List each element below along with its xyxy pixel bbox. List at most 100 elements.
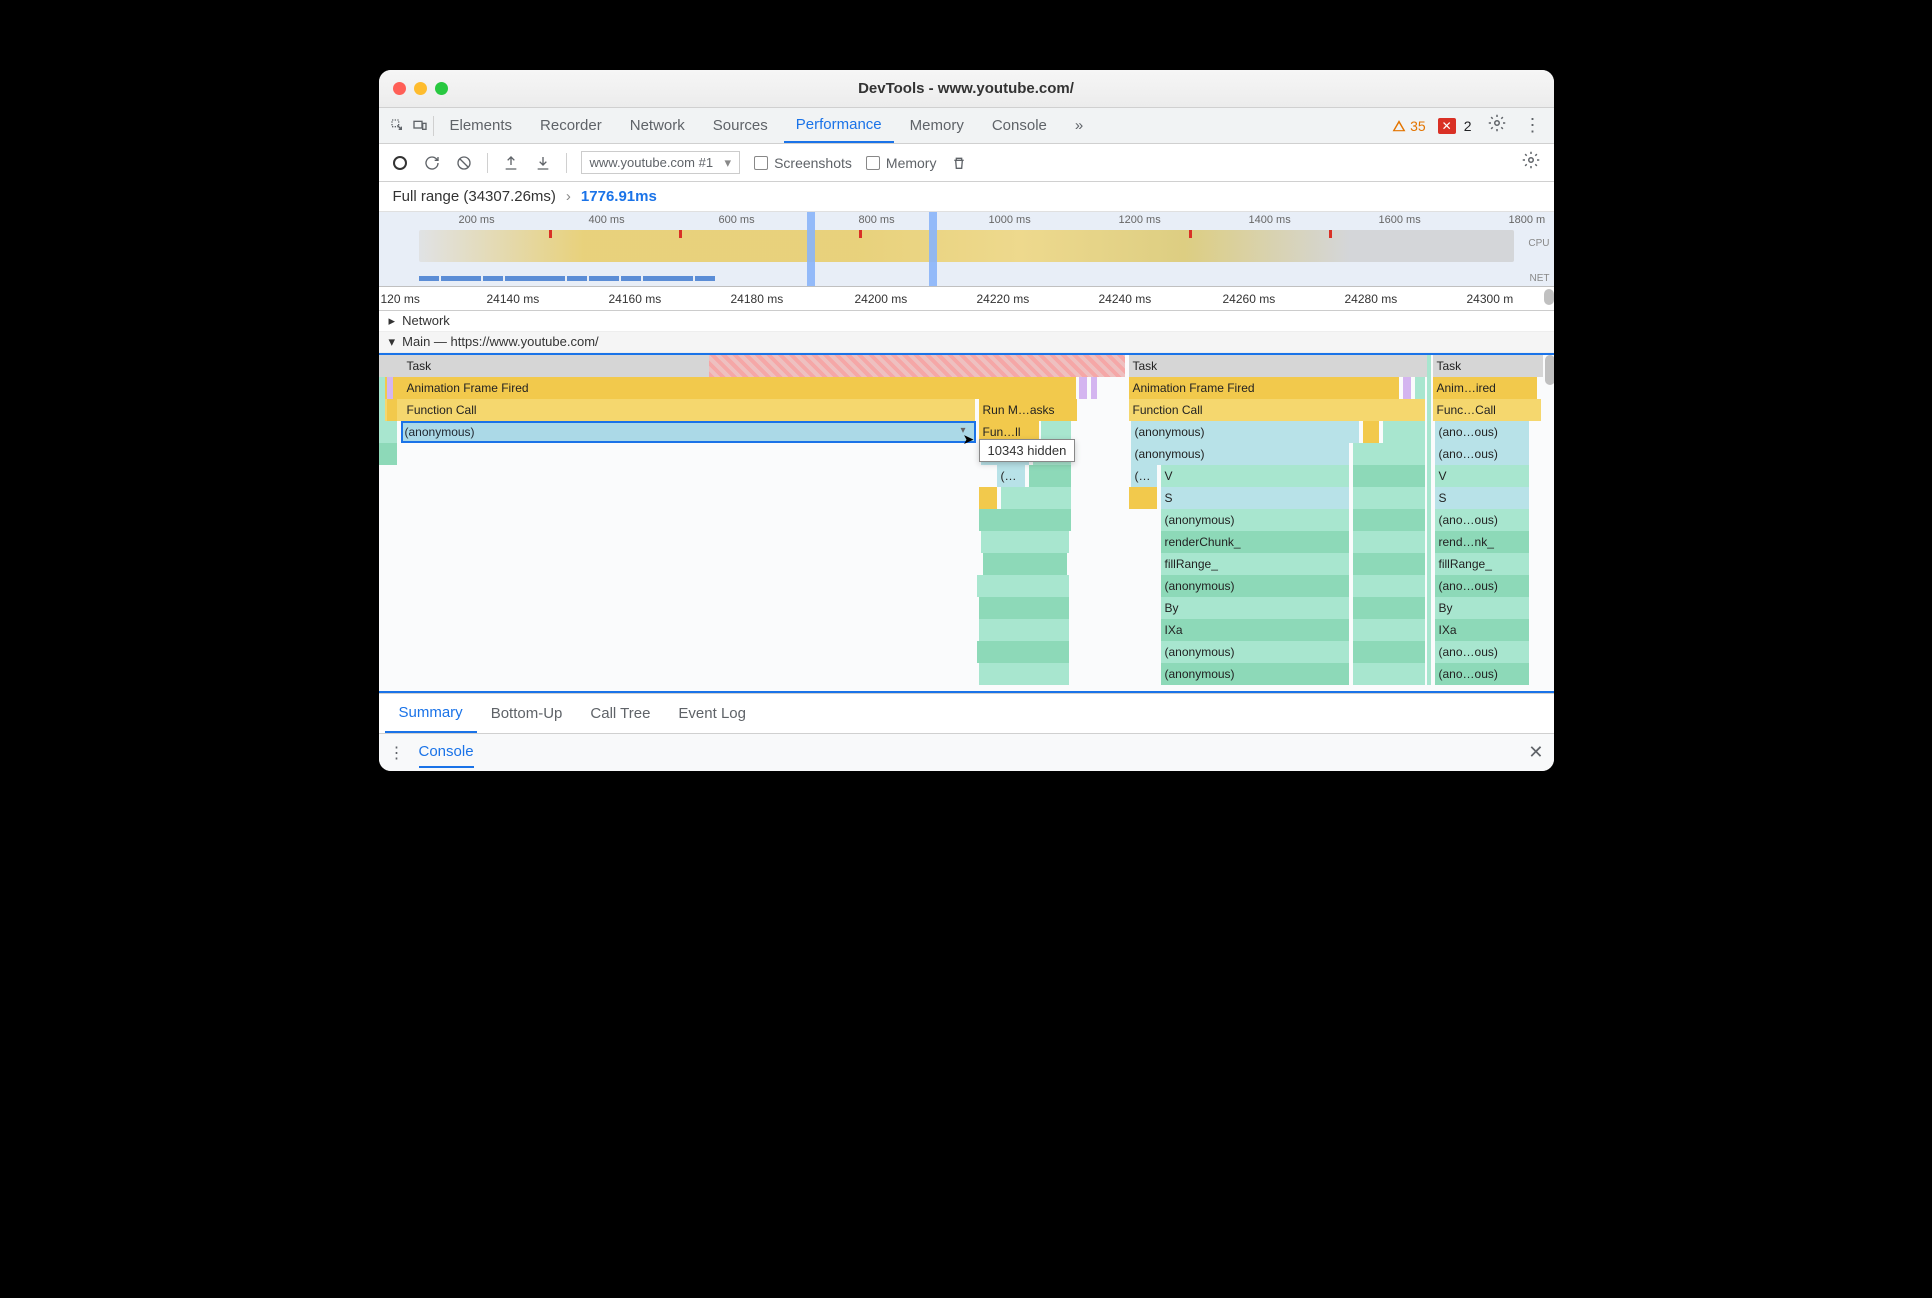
screenshots-checkbox[interactable]: Screenshots	[754, 155, 852, 171]
maximize-window-button[interactable]	[435, 82, 448, 95]
flame-slice[interactable]	[977, 575, 1069, 597]
flame-anon[interactable]: (ano…ous)	[1435, 421, 1529, 443]
tab-elements[interactable]: Elements	[438, 108, 525, 143]
flame-slice[interactable]	[981, 531, 1069, 553]
flame-runtasks[interactable]: Run M…asks	[979, 399, 1077, 421]
flame-task-long[interactable]	[709, 355, 1125, 377]
close-drawer-icon[interactable]: ✕	[1528, 742, 1543, 763]
flame-slice[interactable]	[977, 641, 1069, 663]
flame-slice[interactable]	[1383, 421, 1425, 443]
flame-s[interactable]: S	[1435, 487, 1529, 509]
flame-sliver[interactable]	[387, 377, 393, 399]
flame-anon[interactable]: (ano…ous)	[1435, 509, 1529, 531]
flame-s[interactable]: S	[1161, 487, 1349, 509]
flame-slice[interactable]	[1353, 641, 1425, 663]
flame-slice[interactable]	[1029, 465, 1071, 487]
flame-anon[interactable]: (ano…ous)	[1435, 641, 1529, 663]
flame-anon[interactable]: (ano…ous)	[1435, 575, 1529, 597]
reload-record-button[interactable]	[423, 154, 441, 172]
flame-fc[interactable]: Func…Call	[1433, 399, 1541, 421]
flame-fill[interactable]: fillRange_	[1435, 553, 1529, 575]
flame-afr[interactable]: Animation Frame Fired	[379, 377, 1076, 399]
flame-slice[interactable]	[1353, 575, 1425, 597]
record-button[interactable]	[391, 154, 409, 172]
flame-slice[interactable]	[1091, 377, 1097, 399]
flame-anon[interactable]: (anonymous)	[1161, 663, 1349, 685]
full-range-label[interactable]: Full range (34307.26ms)	[393, 188, 556, 205]
warnings-badge[interactable]: 35	[1392, 118, 1426, 134]
flame-fc[interactable]: Function Call	[379, 399, 975, 421]
console-tab[interactable]: Console	[419, 743, 474, 768]
tab-recorder[interactable]: Recorder	[528, 108, 614, 143]
flame-slice[interactable]	[1353, 663, 1425, 685]
drawer-menu-icon[interactable]: ⋮	[389, 743, 405, 763]
flame-anon[interactable]: (ano…ous)	[1435, 663, 1529, 685]
timeline-overview[interactable]: 200 ms 400 ms 600 ms 800 ms 1000 ms 1200…	[379, 212, 1554, 287]
flame-slice[interactable]	[979, 509, 1071, 531]
tab-call-tree[interactable]: Call Tree	[576, 694, 664, 733]
download-profile-icon[interactable]	[534, 154, 552, 172]
flame-fill[interactable]: fillRange_	[1161, 553, 1349, 575]
flame-render[interactable]: renderChunk_	[1161, 531, 1349, 553]
errors-badge-icon[interactable]: ✕	[1438, 118, 1456, 134]
flame-sliver[interactable]	[379, 399, 385, 421]
upload-profile-icon[interactable]	[502, 154, 520, 172]
flame-slice[interactable]	[1353, 443, 1425, 465]
tab-bottom-up[interactable]: Bottom-Up	[477, 694, 577, 733]
flame-afr[interactable]: Animation Frame Fired	[1129, 377, 1399, 399]
recording-select[interactable]: www.youtube.com #1	[581, 151, 741, 174]
flame-anon[interactable]: (anonymous)	[1161, 641, 1349, 663]
flame-fc[interactable]: Function Call	[1129, 399, 1425, 421]
flame-anon[interactable]: (anonymous)	[1161, 575, 1349, 597]
flame-slice[interactable]	[979, 487, 997, 509]
device-toggle-icon[interactable]	[411, 117, 429, 135]
flame-slice[interactable]	[1353, 597, 1425, 619]
tab-more[interactable]: »	[1063, 108, 1095, 143]
flame-slice[interactable]	[1353, 531, 1425, 553]
flame-task[interactable]: Task	[1129, 355, 1427, 377]
more-menu-icon[interactable]: ⋮	[1522, 115, 1544, 136]
tab-sources[interactable]: Sources	[701, 108, 780, 143]
overview-handle-right[interactable]	[929, 212, 937, 286]
horizontal-scroll-thumb[interactable]	[1544, 289, 1554, 305]
flame-sliver[interactable]	[387, 399, 397, 421]
flame-sliver[interactable]	[379, 421, 397, 443]
minimize-window-button[interactable]	[414, 82, 427, 95]
tab-network[interactable]: Network	[618, 108, 697, 143]
flame-v[interactable]: V	[1161, 465, 1349, 487]
tab-memory[interactable]: Memory	[898, 108, 976, 143]
flame-slice[interactable]	[1079, 377, 1087, 399]
tab-event-log[interactable]: Event Log	[664, 694, 760, 733]
flame-ixa[interactable]: IXa	[1435, 619, 1529, 641]
flame-sliver[interactable]	[379, 443, 397, 465]
flame-anon[interactable]: (ano…ous)	[1435, 443, 1529, 465]
flame-sliver[interactable]	[1427, 355, 1431, 685]
flame-anon[interactable]: (anonymous)	[1131, 421, 1359, 443]
errors-count[interactable]: 2	[1464, 118, 1472, 134]
flame-task[interactable]: Task	[1433, 355, 1543, 377]
tab-performance[interactable]: Performance	[784, 108, 894, 143]
flame-ixa[interactable]: IXa	[1161, 619, 1349, 641]
flame-slice[interactable]	[1353, 619, 1425, 641]
tab-console[interactable]: Console	[980, 108, 1059, 143]
vertical-scroll-thumb[interactable]	[1545, 355, 1554, 385]
flame-slice[interactable]	[979, 597, 1069, 619]
flame-slice[interactable]	[1353, 487, 1425, 509]
settings-gear-icon[interactable]	[1486, 114, 1508, 137]
close-window-button[interactable]	[393, 82, 406, 95]
flame-slice[interactable]	[1001, 487, 1071, 509]
flame-anon[interactable]: (anonymous)	[1161, 509, 1349, 531]
network-track-header[interactable]: ▸ Network	[379, 311, 1554, 332]
flame-v[interactable]: V	[1435, 465, 1529, 487]
flame-slice[interactable]	[1353, 553, 1425, 575]
flame-slice[interactable]	[979, 619, 1069, 641]
flame-d[interactable]: (…	[1131, 465, 1157, 487]
flame-render[interactable]: rend…nk_	[1435, 531, 1529, 553]
flame-chart[interactable]: Task Animation Frame Fired Function Call…	[379, 353, 1554, 693]
flame-slice[interactable]	[1415, 377, 1425, 399]
flame-slice[interactable]	[1129, 487, 1157, 509]
inspect-element-icon[interactable]	[389, 117, 407, 135]
flame-slice[interactable]	[1353, 465, 1425, 487]
gc-icon[interactable]	[950, 154, 968, 172]
flame-by[interactable]: By	[1435, 597, 1529, 619]
